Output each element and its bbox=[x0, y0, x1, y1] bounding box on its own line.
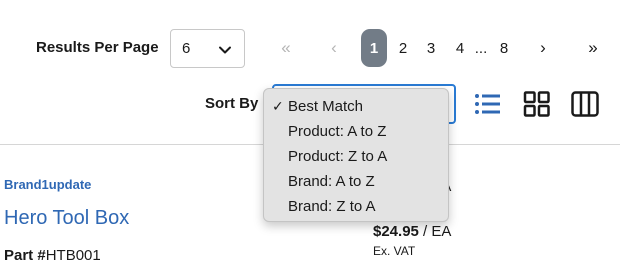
last-page-button[interactable]: » bbox=[583, 30, 603, 66]
results-per-page-label: Results Per Page bbox=[36, 39, 159, 56]
price-unit: / EA bbox=[418, 223, 452, 240]
sort-option-product-z-a[interactable]: Product: Z to A bbox=[264, 144, 448, 169]
prev-page-button[interactable]: ‹ bbox=[326, 30, 342, 66]
sort-option-product-a-z[interactable]: Product: A to Z bbox=[264, 119, 448, 144]
next-page-button[interactable]: › bbox=[535, 30, 551, 66]
page-2-button[interactable]: 2 bbox=[395, 30, 411, 66]
sort-option-label: Best Match bbox=[288, 98, 364, 115]
price-amount: $24.95 bbox=[373, 223, 419, 240]
part-number-label: Part # bbox=[4, 247, 46, 264]
product-brand-link[interactable]: Brand1update bbox=[4, 177, 91, 192]
results-per-page-select[interactable]: 6 bbox=[170, 29, 245, 68]
product-title-link[interactable]: Hero Tool Box bbox=[4, 207, 129, 230]
checkmark-icon: ✓ bbox=[272, 98, 284, 114]
sort-option-label: Product: Z to A bbox=[288, 148, 388, 165]
page-4-button[interactable]: 4 bbox=[452, 30, 468, 66]
sort-by-label: Sort By bbox=[205, 95, 259, 112]
page-1-button[interactable]: 1 bbox=[361, 29, 387, 67]
vat-note: Ex. VAT bbox=[373, 244, 416, 258]
page-8-button[interactable]: 8 bbox=[496, 30, 512, 66]
pagination: « ‹ 1 2 3 4 ... 8 › » bbox=[270, 29, 610, 67]
page-3-button[interactable]: 3 bbox=[423, 30, 439, 66]
product-part-number: Part #HTB001 bbox=[4, 247, 101, 264]
sort-option-brand-z-a[interactable]: Brand: Z to A bbox=[264, 194, 448, 219]
first-page-button[interactable]: « bbox=[276, 30, 296, 66]
sort-option-label: Brand: A to Z bbox=[288, 173, 375, 190]
columns-view-icon[interactable] bbox=[571, 91, 599, 117]
sort-option-label: Product: A to Z bbox=[288, 123, 387, 140]
pagination-ellipsis: ... bbox=[474, 39, 488, 57]
product-price: $24.95 / EA bbox=[373, 223, 451, 240]
grid-view-icon[interactable] bbox=[523, 91, 551, 117]
sort-option-brand-a-z[interactable]: Brand: A to Z bbox=[264, 169, 448, 194]
part-number-value: HTB001 bbox=[45, 247, 101, 264]
sort-options-menu: ✓ Best Match Product: A to Z Product: Z … bbox=[263, 88, 449, 222]
results-per-page-value: 6 bbox=[182, 40, 191, 57]
chevron-down-icon bbox=[219, 46, 231, 54]
sort-option-best-match[interactable]: ✓ Best Match bbox=[264, 94, 448, 119]
sort-option-label: Brand: Z to A bbox=[288, 198, 376, 215]
list-view-icon[interactable] bbox=[473, 91, 501, 117]
